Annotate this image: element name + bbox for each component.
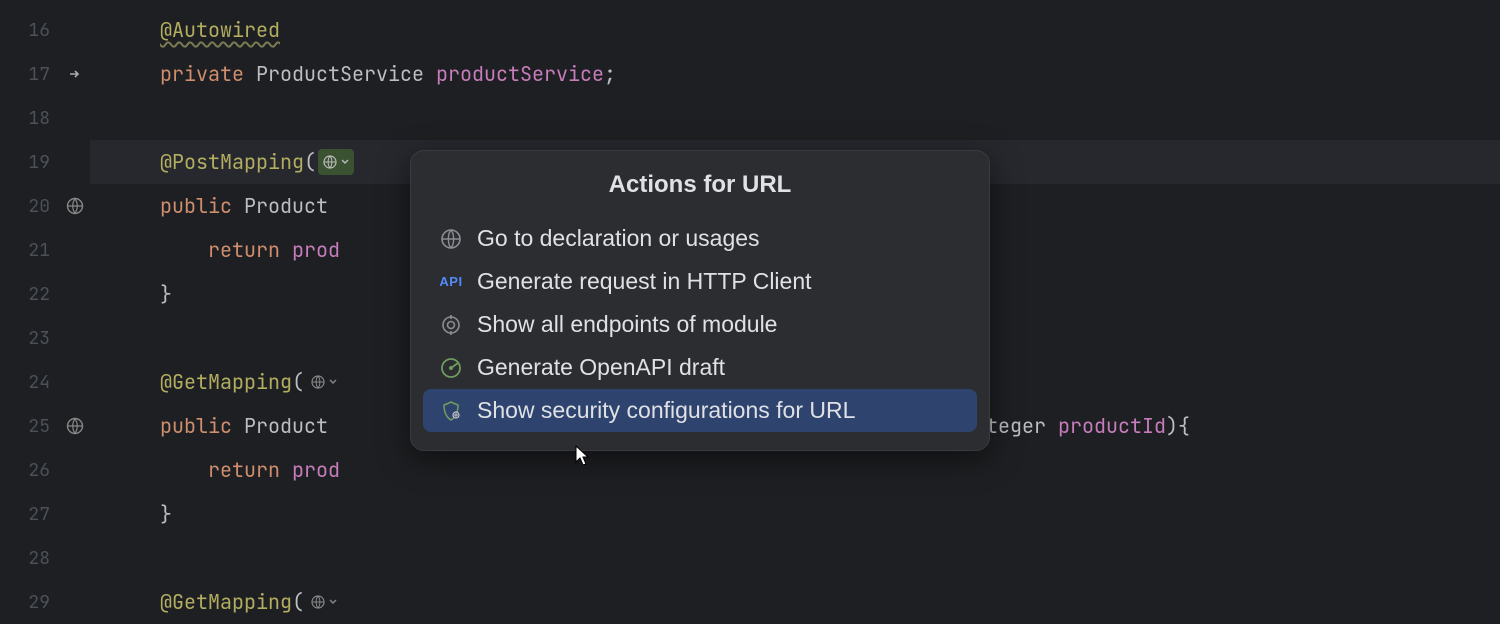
line-number: 29 <box>0 580 90 624</box>
code-line <box>90 96 1500 140</box>
code-line <box>90 536 1500 580</box>
annotation-token: @GetMapping <box>160 589 292 615</box>
punct-token: ( <box>304 149 316 175</box>
field-token: prod <box>280 457 340 483</box>
keyword-token: return <box>160 457 280 483</box>
field-token: prod <box>280 237 340 263</box>
line-number: 26 <box>0 448 90 492</box>
popup-item-generate-http-request[interactable]: API Generate request in HTTP Client <box>411 260 989 303</box>
line-number: 18 <box>0 96 90 140</box>
globe-icon <box>439 227 463 251</box>
annotation-token: @Autowired <box>160 17 280 43</box>
punct-token: ( <box>292 589 304 615</box>
line-number: 21 <box>0 228 90 272</box>
code-line: return prod <box>90 448 1500 492</box>
line-number: 19 <box>0 140 90 184</box>
line-number: 28 <box>0 536 90 580</box>
popup-item-label: Show all endpoints of module <box>477 311 777 338</box>
endpoint-gutter-icon[interactable] <box>66 417 84 435</box>
keyword-token: private <box>160 61 244 87</box>
type-token: ProductService <box>244 61 436 87</box>
annotation-token: @PostMapping <box>160 149 304 175</box>
line-number: 24 <box>0 360 90 404</box>
punct-token: } <box>160 281 172 307</box>
type-token: Product <box>232 413 340 439</box>
line-number: 27 <box>0 492 90 536</box>
line-number: 23 <box>0 316 90 360</box>
shield-icon <box>439 399 463 423</box>
punct-token: ){ <box>1166 413 1190 439</box>
punct-token: } <box>160 501 172 527</box>
line-number: 17 <box>0 52 90 96</box>
gutter-marker-icon[interactable] <box>64 64 84 84</box>
url-inlay-icon[interactable] <box>306 369 342 395</box>
endpoint-gutter-icon[interactable] <box>66 197 84 215</box>
field-token: productService <box>436 61 604 87</box>
line-number: 20 <box>0 184 90 228</box>
code-line: } <box>90 492 1500 536</box>
url-inlay-icon[interactable] <box>318 149 354 175</box>
popup-item-label: Generate request in HTTP Client <box>477 268 812 295</box>
line-number: 16 <box>0 8 90 52</box>
popup-item-security-config[interactable]: Show security configurations for URL <box>423 389 977 432</box>
popup-item-goto-declaration[interactable]: Go to declaration or usages <box>411 217 989 260</box>
line-number-gutter: 16 17 18 19 20 21 22 23 24 25 26 27 28 2… <box>0 0 90 600</box>
field-token: productId <box>1058 413 1166 439</box>
line-number: 25 <box>0 404 90 448</box>
radar-icon <box>439 356 463 380</box>
popup-item-label: Generate OpenAPI draft <box>477 354 725 381</box>
punct-token: ( <box>292 369 304 395</box>
actions-popup: Actions for URL Go to declaration or usa… <box>410 150 990 451</box>
popup-item-generate-openapi[interactable]: Generate OpenAPI draft <box>411 346 989 389</box>
code-line: @GetMapping( <box>90 580 1500 624</box>
annotation-token: @GetMapping <box>160 369 292 395</box>
keyword-token: public <box>160 193 232 219</box>
popup-title: Actions for URL <box>411 165 989 217</box>
code-line: private ProductService productService; <box>90 52 1500 96</box>
popup-item-label: Go to declaration or usages <box>477 225 760 252</box>
popup-item-show-endpoints[interactable]: Show all endpoints of module <box>411 303 989 346</box>
target-icon <box>439 313 463 337</box>
url-inlay-icon[interactable] <box>306 589 342 615</box>
keyword-token: return <box>160 237 280 263</box>
code-line: @Autowired <box>90 8 1500 52</box>
keyword-token: public <box>160 413 232 439</box>
api-icon: API <box>439 270 463 294</box>
type-token: Product <box>232 193 340 219</box>
popup-item-label: Show security configurations for URL <box>477 397 855 424</box>
line-number: 22 <box>0 272 90 316</box>
punct-token: ; <box>604 61 616 87</box>
